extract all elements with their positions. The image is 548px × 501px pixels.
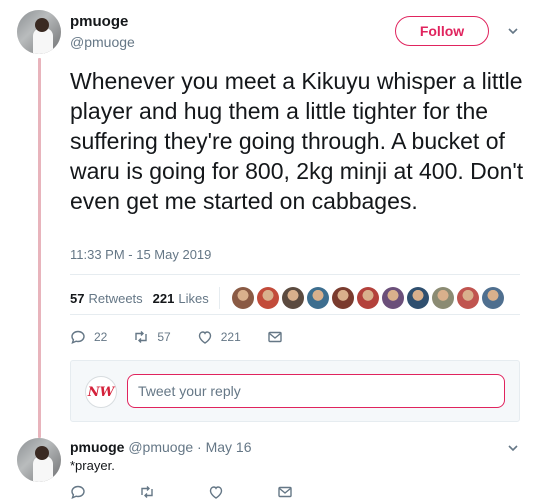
liker-avatar[interactable] — [356, 287, 379, 309]
user-logo[interactable]: NW — [85, 376, 117, 408]
reply-composer: NW — [70, 360, 520, 422]
author-name[interactable]: pmuoge — [70, 13, 128, 30]
retweet-count: 57 — [157, 330, 171, 344]
tweet-stats: 57 Retweets 221 Likes — [70, 287, 507, 309]
liker-avatar[interactable] — [256, 287, 279, 309]
follow-button[interactable]: Follow — [395, 16, 489, 46]
dm-icon[interactable] — [277, 484, 293, 500]
reply-author-handle[interactable]: @pmuoge — [128, 439, 193, 455]
reply-icon[interactable] — [70, 484, 86, 500]
reply-actions — [70, 484, 346, 500]
like-count: 221 — [220, 330, 241, 344]
retweet-icon[interactable] — [139, 484, 155, 500]
retweets-count: 57 — [70, 290, 85, 306]
liker-avatar[interactable] — [281, 287, 304, 309]
liker-avatar[interactable] — [381, 287, 404, 309]
liker-avatar[interactable] — [481, 287, 504, 309]
retweet-icon — [135, 331, 148, 343]
reply-author: pmuoge @pmuoge · May 16 — [70, 439, 252, 455]
retweets-stat[interactable]: 57 Retweets — [70, 291, 143, 306]
reply-text: *prayer. — [70, 458, 115, 473]
liker-avatar[interactable] — [431, 287, 454, 309]
reply-date[interactable]: · May 16 — [197, 439, 251, 455]
like-icon[interactable] — [208, 484, 224, 500]
like-icon — [198, 331, 211, 344]
author-handle[interactable]: @pmuoge — [70, 34, 135, 50]
chevron-down-icon[interactable] — [507, 25, 519, 37]
author-avatar[interactable] — [17, 10, 61, 54]
likes-stat[interactable]: 221 Likes — [153, 291, 209, 306]
reply-count: 22 — [94, 330, 108, 344]
liker-avatars — [231, 287, 507, 309]
retweet-action[interactable]: 57 — [133, 329, 171, 345]
dm-icon — [268, 331, 282, 343]
stats-separator — [218, 287, 220, 309]
reply-input[interactable] — [127, 374, 505, 408]
tweet-text: Whenever you meet a Kikuyu whisper a lit… — [70, 68, 524, 214]
reply-icon — [71, 330, 85, 345]
liker-avatar[interactable] — [231, 287, 254, 309]
divider — [70, 274, 520, 275]
likes-label: Likes — [178, 290, 209, 306]
likes-count: 221 — [152, 290, 175, 306]
retweets-label: Retweets — [88, 290, 143, 306]
liker-avatar[interactable] — [406, 287, 429, 309]
divider — [70, 314, 520, 315]
tweet-actions: 22 57 221 — [70, 329, 317, 345]
reply-author-name[interactable]: pmuoge — [70, 439, 124, 455]
reply-author-avatar[interactable] — [17, 438, 61, 482]
dm-action[interactable] — [267, 329, 291, 345]
liker-avatar[interactable] — [306, 287, 329, 309]
liker-avatar[interactable] — [456, 287, 479, 309]
reply-action[interactable]: 22 — [70, 329, 107, 345]
chevron-down-icon[interactable] — [507, 442, 519, 454]
like-action[interactable]: 221 — [197, 329, 241, 345]
thread-line — [38, 58, 41, 438]
tweet-timestamp[interactable]: 11:33 PM - 15 May 2019 — [70, 247, 211, 262]
liker-avatar[interactable] — [331, 287, 354, 309]
